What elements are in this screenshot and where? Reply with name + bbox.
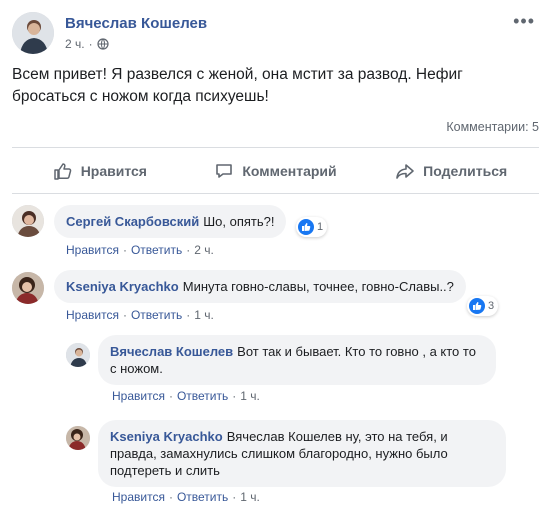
post-text: Всем привет! Я развелся с женой, она мст…	[12, 66, 463, 105]
comment: Kseniya Kryachko Минута говно-славы, точн…	[12, 270, 539, 330]
reply: Вячеслав Кошелев Вот так и бывает. Кто то…	[66, 335, 539, 407]
comment-label: Комментарий	[242, 163, 337, 179]
thumbs-up-icon	[53, 163, 71, 180]
meta-separator: ·	[88, 37, 93, 51]
like-label: Нравится	[80, 163, 147, 179]
post-actions: Нравится Комментарий Поделиться	[12, 153, 539, 189]
commenter-avatar[interactable]	[12, 272, 44, 304]
comment-author[interactable]: Сергей Скарбовский	[66, 214, 199, 229]
comment-bubble: Сергей Скарбовский Шо, опять?!	[54, 205, 287, 238]
share-icon	[396, 164, 414, 179]
separator: ·	[186, 308, 191, 322]
comment-time[interactable]: 1 ч.	[194, 308, 214, 322]
comment-time[interactable]: 2 ч.	[194, 243, 214, 257]
separator: ·	[232, 490, 237, 504]
reply-time[interactable]: 1 ч.	[240, 490, 260, 504]
comment-reply-link[interactable]: Ответить	[131, 308, 182, 322]
commenter-avatar[interactable]	[12, 205, 44, 237]
comment-text: Шо, опять?!	[203, 214, 275, 229]
reply-reply-link[interactable]: Ответить	[177, 490, 228, 504]
replier-avatar[interactable]	[66, 343, 90, 367]
reply-actions: Нравится · Ответить · 1 ч.	[112, 389, 260, 403]
comment-reply-link[interactable]: Ответить	[131, 243, 182, 257]
post-author-name[interactable]: Вячеслав Кошелев	[65, 15, 207, 32]
reply-time[interactable]: 1 ч.	[240, 389, 260, 403]
comment-icon	[216, 164, 233, 178]
comment-author[interactable]: Kseniya Kryachko	[66, 279, 179, 294]
comment-text: Минута говно-славы, точнее, говно-Славы.…	[182, 279, 454, 294]
comment-actions: Нравится · Ответить · 1 ч.	[66, 308, 214, 322]
separator: ·	[122, 243, 127, 257]
reply-author[interactable]: Kseniya Kryachko	[110, 429, 223, 444]
reply-like-link[interactable]: Нравится	[112, 490, 165, 504]
separator: ·	[168, 490, 173, 504]
reaction-count[interactable]: 3	[467, 296, 499, 316]
reply-reply-link[interactable]: Ответить	[177, 389, 228, 403]
separator: ·	[168, 389, 173, 403]
reply: Kseniya Kryachko Вячеслав Кошелев ну, это…	[66, 420, 539, 508]
share-button[interactable]: Поделиться	[363, 153, 539, 189]
reaction-number: 3	[488, 300, 495, 312]
reaction-count[interactable]: 1	[296, 217, 328, 237]
divider-bottom	[12, 193, 539, 194]
post-header: Вячеслав Кошелев 2 ч. · •••	[12, 12, 539, 56]
comment-actions: Нравится · Ответить · 2 ч.	[66, 243, 214, 257]
like-reaction-icon	[469, 298, 485, 314]
like-button[interactable]: Нравится	[12, 153, 188, 189]
comment-button[interactable]: Комментарий	[188, 153, 364, 189]
reply-bubble: Kseniya Kryachko Вячеслав Кошелев ну, это…	[98, 420, 506, 487]
reaction-number: 1	[317, 221, 324, 233]
reply-like-link[interactable]: Нравится	[112, 389, 165, 403]
globe-icon[interactable]	[96, 38, 109, 50]
comment-bubble: Kseniya Kryachko Минута говно-славы, точн…	[54, 270, 466, 303]
separator: ·	[122, 308, 127, 322]
post-meta: 2 ч. ·	[65, 37, 109, 51]
comment-like-link[interactable]: Нравится	[66, 243, 119, 257]
more-icon[interactable]: •••	[513, 12, 535, 30]
post-time[interactable]: 2 ч.	[65, 37, 85, 51]
reply-bubble: Вячеслав Кошелев Вот так и бывает. Кто то…	[98, 335, 496, 385]
replier-avatar[interactable]	[66, 426, 90, 450]
reply-author[interactable]: Вячеслав Кошелев	[110, 344, 233, 359]
comments-count[interactable]: Комментарии: 5	[446, 120, 539, 134]
like-reaction-icon	[298, 219, 314, 235]
separator: ·	[232, 389, 237, 403]
separator: ·	[186, 243, 191, 257]
reply-actions: Нравится · Ответить · 1 ч.	[112, 490, 260, 504]
comment-like-link[interactable]: Нравится	[66, 308, 119, 322]
share-label: Поделиться	[423, 163, 508, 179]
divider-top	[12, 147, 539, 148]
author-avatar[interactable]	[12, 12, 54, 54]
comment: Сергей Скарбовский Шо, опять?! 1 Нравится…	[12, 205, 539, 265]
